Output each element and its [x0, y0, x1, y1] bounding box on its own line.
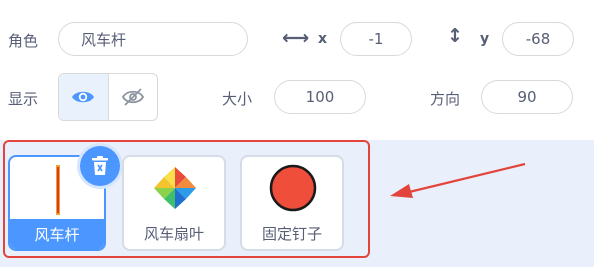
y-input[interactable]: -68 [502, 22, 574, 56]
direction-input[interactable]: 90 [481, 80, 573, 114]
direction-label: 方向 [430, 90, 461, 108]
x-value: -1 [368, 30, 384, 48]
show-button[interactable] [59, 74, 109, 120]
show-label: 显示 [8, 90, 39, 108]
eye-slash-icon [121, 88, 144, 106]
hide-button[interactable] [109, 74, 158, 120]
visibility-toggle-group [58, 73, 158, 121]
vertical-arrows-icon: ↕ [447, 25, 463, 47]
annotation-highlight-box [3, 140, 370, 258]
sprite-info-panel: 角色 风车杆 ⟷ x -1 ↕ y -68 显示 大小 100 方向 90 [0, 0, 594, 140]
sprite-name-value: 风车杆 [81, 30, 127, 49]
direction-value: 90 [517, 88, 537, 106]
x-label: x [318, 31, 328, 47]
y-label: y [480, 31, 490, 47]
size-input[interactable]: 100 [274, 80, 366, 114]
x-input[interactable]: -1 [340, 22, 412, 56]
sprite-name-input[interactable]: 风车杆 [58, 22, 248, 56]
y-value: -68 [525, 30, 551, 48]
size-label: 大小 [222, 90, 253, 108]
sprite-label: 角色 [8, 32, 39, 50]
annotation-arrow [390, 162, 526, 198]
eye-icon [72, 91, 95, 103]
size-value: 100 [305, 88, 335, 106]
horizontal-arrows-icon: ⟷ [282, 27, 310, 49]
